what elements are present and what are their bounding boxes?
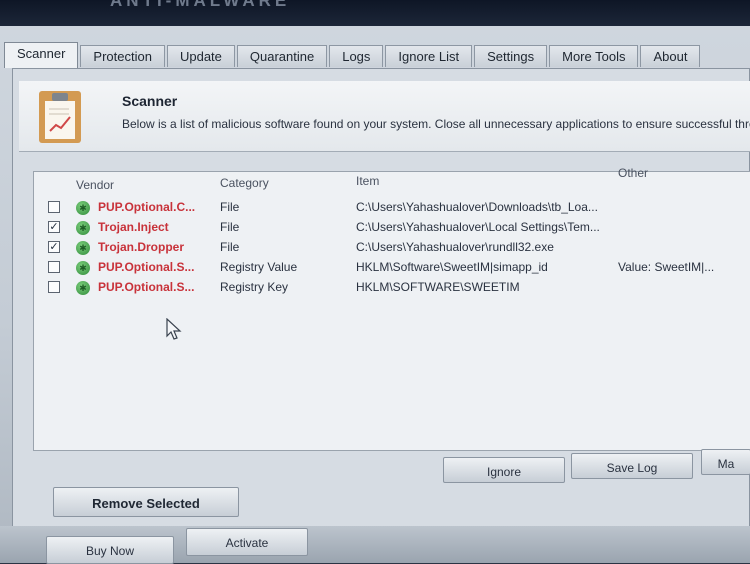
other-cell: Value: SweetIM|...: [618, 260, 715, 274]
remove-selected-button[interactable]: Remove Selected: [53, 487, 239, 517]
scanner-panel: Scanner Below is a list of malicious sof…: [12, 68, 750, 563]
row-checkbox[interactable]: [48, 281, 60, 293]
item-cell: HKLM\Software\SweetIM|simapp_id: [356, 260, 548, 274]
item-cell: C:\Users\Yahashualover\rundll32.exe: [356, 240, 554, 254]
row-checkbox[interactable]: ✓: [48, 221, 60, 233]
vendor-cell: PUP.Optional.S...: [98, 280, 195, 294]
item-cell: C:\Users\Yahashualover\Downloads\tb_Loa.…: [356, 200, 598, 214]
ignore-button[interactable]: Ignore: [443, 457, 565, 483]
category-cell: File: [220, 220, 240, 234]
tab-quarantine[interactable]: Quarantine: [236, 45, 328, 67]
category-cell: Registry Key: [220, 280, 289, 294]
tab-more-tools[interactable]: More Tools: [549, 45, 639, 67]
vendor-cell: PUP.Optional.S...: [98, 260, 195, 274]
page-title: Scanner: [122, 93, 178, 109]
table-row[interactable]: ✓ ✱ Trojan.Inject File C:\Users\Yahashua…: [34, 218, 750, 238]
table-row[interactable]: ✓ ✱ Trojan.Dropper File C:\Users\Yahashu…: [34, 238, 750, 258]
tab-protection[interactable]: Protection: [80, 45, 165, 67]
tab-logs[interactable]: Logs: [329, 45, 384, 67]
category-cell: File: [220, 240, 240, 254]
table-row[interactable]: ✱ PUP.Optional.S... Registry Value HKLM\…: [34, 258, 750, 278]
column-other[interactable]: Other: [618, 166, 648, 180]
vendor-cell: Trojan.Inject: [98, 220, 169, 234]
bug-icon: ✱: [76, 241, 90, 255]
tab-bar: Scanner Protection Update Quarantine Log…: [4, 42, 702, 68]
tab-scanner[interactable]: Scanner: [4, 42, 79, 68]
item-cell: C:\Users\Yahashualover\Local Settings\Te…: [356, 220, 600, 234]
row-checkbox[interactable]: [48, 201, 60, 213]
more-button[interactable]: Ma: [701, 449, 750, 475]
chart-line-icon: [49, 108, 71, 132]
column-item[interactable]: Item: [356, 174, 379, 188]
row-checkbox[interactable]: [48, 261, 60, 273]
bug-icon: ✱: [76, 261, 90, 275]
save-log-button[interactable]: Save Log: [571, 453, 693, 479]
activate-button[interactable]: Activate: [186, 528, 308, 556]
vendor-cell: Trojan.Dropper: [98, 240, 185, 254]
table-row[interactable]: ✱ PUP.Optional.S... Registry Key HKLM\SO…: [34, 278, 750, 298]
page-description: Below is a list of malicious software fo…: [122, 117, 750, 131]
column-category[interactable]: Category: [220, 176, 269, 190]
tab-update[interactable]: Update: [166, 45, 235, 67]
main-window: Scanner Protection Update Quarantine Log…: [0, 26, 750, 564]
scanner-header: Scanner Below is a list of malicious sof…: [19, 81, 750, 152]
footer-bar: Buy Now Activate: [0, 526, 750, 564]
title-bar: ANTI-MALWARE: [0, 0, 750, 26]
threat-list[interactable]: Vendor Category Item Other ✱ PUP.Optiona…: [33, 166, 750, 451]
item-cell: HKLM\SOFTWARE\SWEETIM: [356, 280, 520, 294]
bug-icon: ✱: [76, 221, 90, 235]
app-title: ANTI-MALWARE: [110, 0, 291, 10]
bug-icon: ✱: [76, 201, 90, 215]
column-vendor[interactable]: Vendor: [76, 178, 114, 192]
clipboard-icon: [39, 91, 81, 143]
tab-settings[interactable]: Settings: [474, 45, 548, 67]
bug-icon: ✱: [76, 281, 90, 295]
category-cell: File: [220, 200, 240, 214]
tab-ignore-list[interactable]: Ignore List: [385, 45, 473, 67]
vendor-cell: PUP.Optional.C...: [98, 200, 196, 214]
buy-now-button[interactable]: Buy Now: [46, 536, 174, 564]
row-checkbox[interactable]: ✓: [48, 241, 60, 253]
tab-about[interactable]: About: [640, 45, 701, 67]
table-row[interactable]: ✱ PUP.Optional.C... File C:\Users\Yahash…: [34, 198, 750, 218]
category-cell: Registry Value: [220, 260, 298, 274]
mouse-cursor-icon: [166, 318, 182, 340]
